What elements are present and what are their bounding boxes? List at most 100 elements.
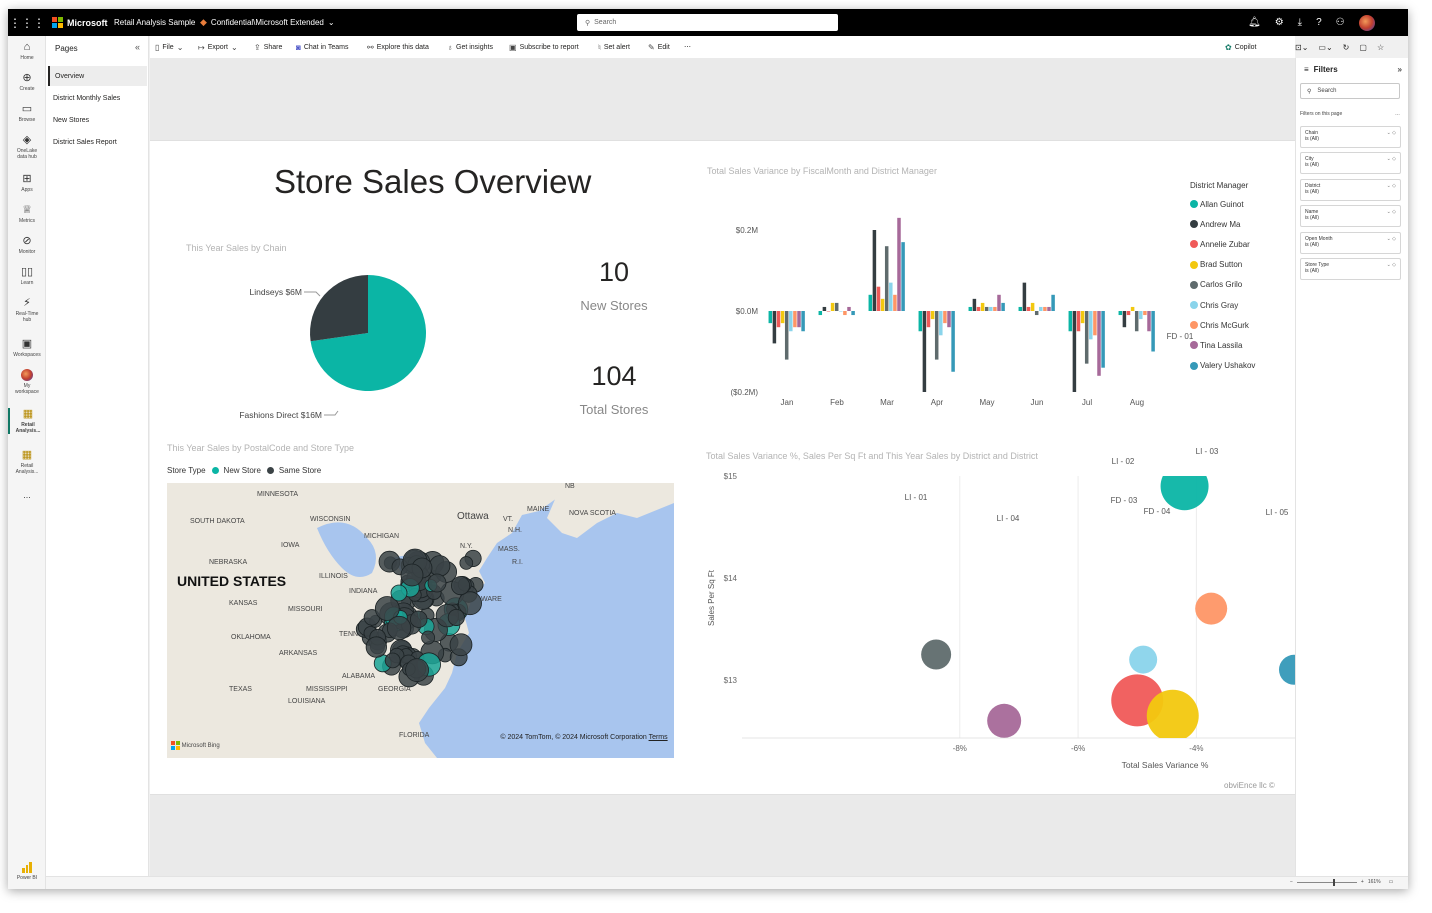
map-bubble-new-store[interactable] (390, 584, 408, 602)
sensitivity-label[interactable]: ◆ Confidential\Microsoft Extended ⌄ (200, 9, 335, 36)
chevron-down-icon[interactable]: ⌄ ◇ (1387, 262, 1396, 268)
bar-apr[interactable] (918, 311, 923, 332)
nav-retail-analysis-2[interactable]: ▦ Retail Analysis... (8, 449, 46, 475)
export-menu[interactable]: ↦ Export ⌄ (198, 36, 238, 58)
bar-may[interactable] (993, 306, 997, 311)
legend-item[interactable]: Brad Sutton (1190, 255, 1255, 275)
bar-jun[interactable] (1051, 294, 1055, 311)
page-tab-overview[interactable]: Overview (48, 66, 147, 86)
chevron-down-icon[interactable]: ⌄ ◇ (1387, 130, 1396, 136)
bar-jun[interactable] (1018, 306, 1023, 311)
bar-feb[interactable] (847, 306, 851, 311)
bar-mar[interactable] (897, 217, 901, 311)
share-icon[interactable]: ⚇ (1336, 17, 1345, 28)
nav-browse[interactable]: ▭ Browse (8, 103, 46, 123)
zoom-in-icon[interactable]: + (1361, 879, 1364, 885)
collapse-icon[interactable]: » (1398, 65, 1402, 74)
bar-feb[interactable] (822, 306, 827, 311)
powerbi-home[interactable]: Power BI (8, 862, 46, 881)
app-launcher-icon[interactable]: ⋮⋮⋮ (9, 9, 45, 36)
bar-feb[interactable] (826, 311, 831, 312)
subscribe-button[interactable]: ▣ Subscribe to report (509, 36, 579, 58)
bar-mar[interactable] (880, 298, 885, 311)
edit-button[interactable]: ✎ Edit (648, 36, 670, 58)
legend-item[interactable]: Allan Guinot (1190, 194, 1255, 214)
legend-item[interactable]: Valery Ushakov (1190, 356, 1255, 376)
legend-item[interactable]: Chris McGurk (1190, 315, 1255, 335)
fit-page-icon[interactable]: ▭ (1389, 879, 1394, 885)
favorite-icon[interactable]: ☆ (1377, 43, 1384, 52)
bar-jul[interactable] (1072, 311, 1077, 392)
explore-data-button[interactable]: ⚯ Explore this data (367, 36, 429, 58)
bar-may[interactable] (1001, 302, 1005, 311)
file-menu[interactable]: ▯ File ⌄ (155, 36, 183, 58)
bar-may[interactable] (989, 306, 993, 311)
zoom-out-icon[interactable]: − (1290, 879, 1293, 885)
map-bubble-same-store[interactable] (386, 615, 412, 641)
map-bubble-same-store[interactable] (449, 633, 473, 657)
nav-retail-analysis-1[interactable]: ▦ Retail Analysis... (8, 408, 46, 434)
bar-apr[interactable] (947, 311, 951, 328)
bar-aug[interactable] (1143, 311, 1147, 316)
map-bubble-same-store[interactable] (459, 556, 474, 570)
filter-card-chain[interactable]: Chain is (All) ⌄ ◇ (1300, 126, 1401, 148)
map-bubble-same-store[interactable] (447, 608, 465, 626)
legend-item[interactable]: Annelie Zubar (1190, 234, 1255, 254)
bar-mar[interactable] (901, 242, 905, 311)
bar-jan[interactable] (793, 311, 797, 328)
refresh-icon[interactable]: ↻ (1343, 43, 1350, 52)
bar-aug[interactable] (1151, 311, 1155, 352)
bar-feb[interactable] (851, 311, 855, 316)
bar-aug[interactable] (1122, 311, 1127, 328)
map-visual[interactable]: MINNESOTA WISCONSIN MICHIGAN SOUTH DAKOTA IO… (167, 483, 674, 758)
bar-jan[interactable] (789, 311, 793, 332)
bar-aug[interactable] (1147, 311, 1151, 332)
scatter-point-fd-01[interactable] (1160, 462, 1209, 511)
bar-feb[interactable] (839, 311, 843, 312)
bar-apr[interactable] (930, 311, 935, 320)
microsoft-logo[interactable]: Microsoft (52, 9, 108, 36)
scatter-point-li-02[interactable] (1129, 645, 1158, 674)
gear-icon[interactable]: ⚙ (1275, 17, 1284, 28)
scatter-point-li-03[interactable] (1195, 592, 1228, 625)
map-bubble-same-store[interactable] (409, 610, 428, 628)
bar-mar[interactable] (872, 230, 877, 311)
bar-aug[interactable] (1130, 306, 1135, 311)
bar-jan[interactable] (801, 311, 805, 332)
bar-jun[interactable] (1022, 282, 1027, 311)
map-bubble-same-store[interactable] (400, 563, 424, 587)
map-bubble-same-store[interactable] (365, 636, 387, 658)
bar-apr[interactable] (922, 311, 927, 392)
report-name[interactable]: Retail Analysis Sample (114, 9, 195, 36)
bar-mar[interactable] (889, 282, 893, 311)
nav-learn[interactable]: ▯▯ Learn (8, 266, 46, 286)
download-icon[interactable]: ⤓ (1298, 17, 1302, 28)
bar-jan[interactable] (772, 311, 777, 344)
map-bubble-same-store[interactable] (451, 576, 471, 596)
nav-workspaces[interactable]: ▣ Workspaces (8, 338, 46, 358)
bar-feb[interactable] (818, 311, 823, 316)
map-bubble-same-store[interactable] (384, 652, 401, 669)
legend-item[interactable]: Carlos Grilo (1190, 275, 1255, 295)
zoom-slider[interactable] (1296, 878, 1357, 886)
pie-slice-lindseys[interactable] (310, 275, 368, 342)
bar-may[interactable] (976, 306, 981, 311)
map-bubble-same-store[interactable] (405, 658, 429, 682)
chevron-down-icon[interactable]: ⌄ ◇ (1387, 156, 1396, 162)
chevron-down-icon[interactable]: ⌄ ◇ (1387, 209, 1396, 215)
bar-jan[interactable] (768, 311, 773, 324)
page-tab-district-monthly-sales[interactable]: District Monthly Sales (48, 88, 147, 108)
bar-jan[interactable] (784, 311, 789, 360)
bar-jul[interactable] (1080, 311, 1085, 324)
bar-jul[interactable] (1089, 311, 1093, 340)
bar-apr[interactable] (951, 311, 955, 372)
filter-card-city[interactable]: City is (All) ⌄ ◇ (1300, 152, 1401, 175)
bar-aug[interactable] (1118, 311, 1123, 316)
more-icon[interactable]: … (1395, 111, 1400, 117)
bell-icon[interactable]: 🔔︎ (1248, 17, 1261, 28)
more-options-icon[interactable]: ⋯ (684, 36, 691, 58)
bar-jun[interactable] (1030, 302, 1035, 311)
help-icon[interactable]: ? (1316, 17, 1322, 28)
bar-aug[interactable] (1126, 311, 1131, 316)
comment-icon[interactable]: ▢ (1359, 43, 1367, 52)
